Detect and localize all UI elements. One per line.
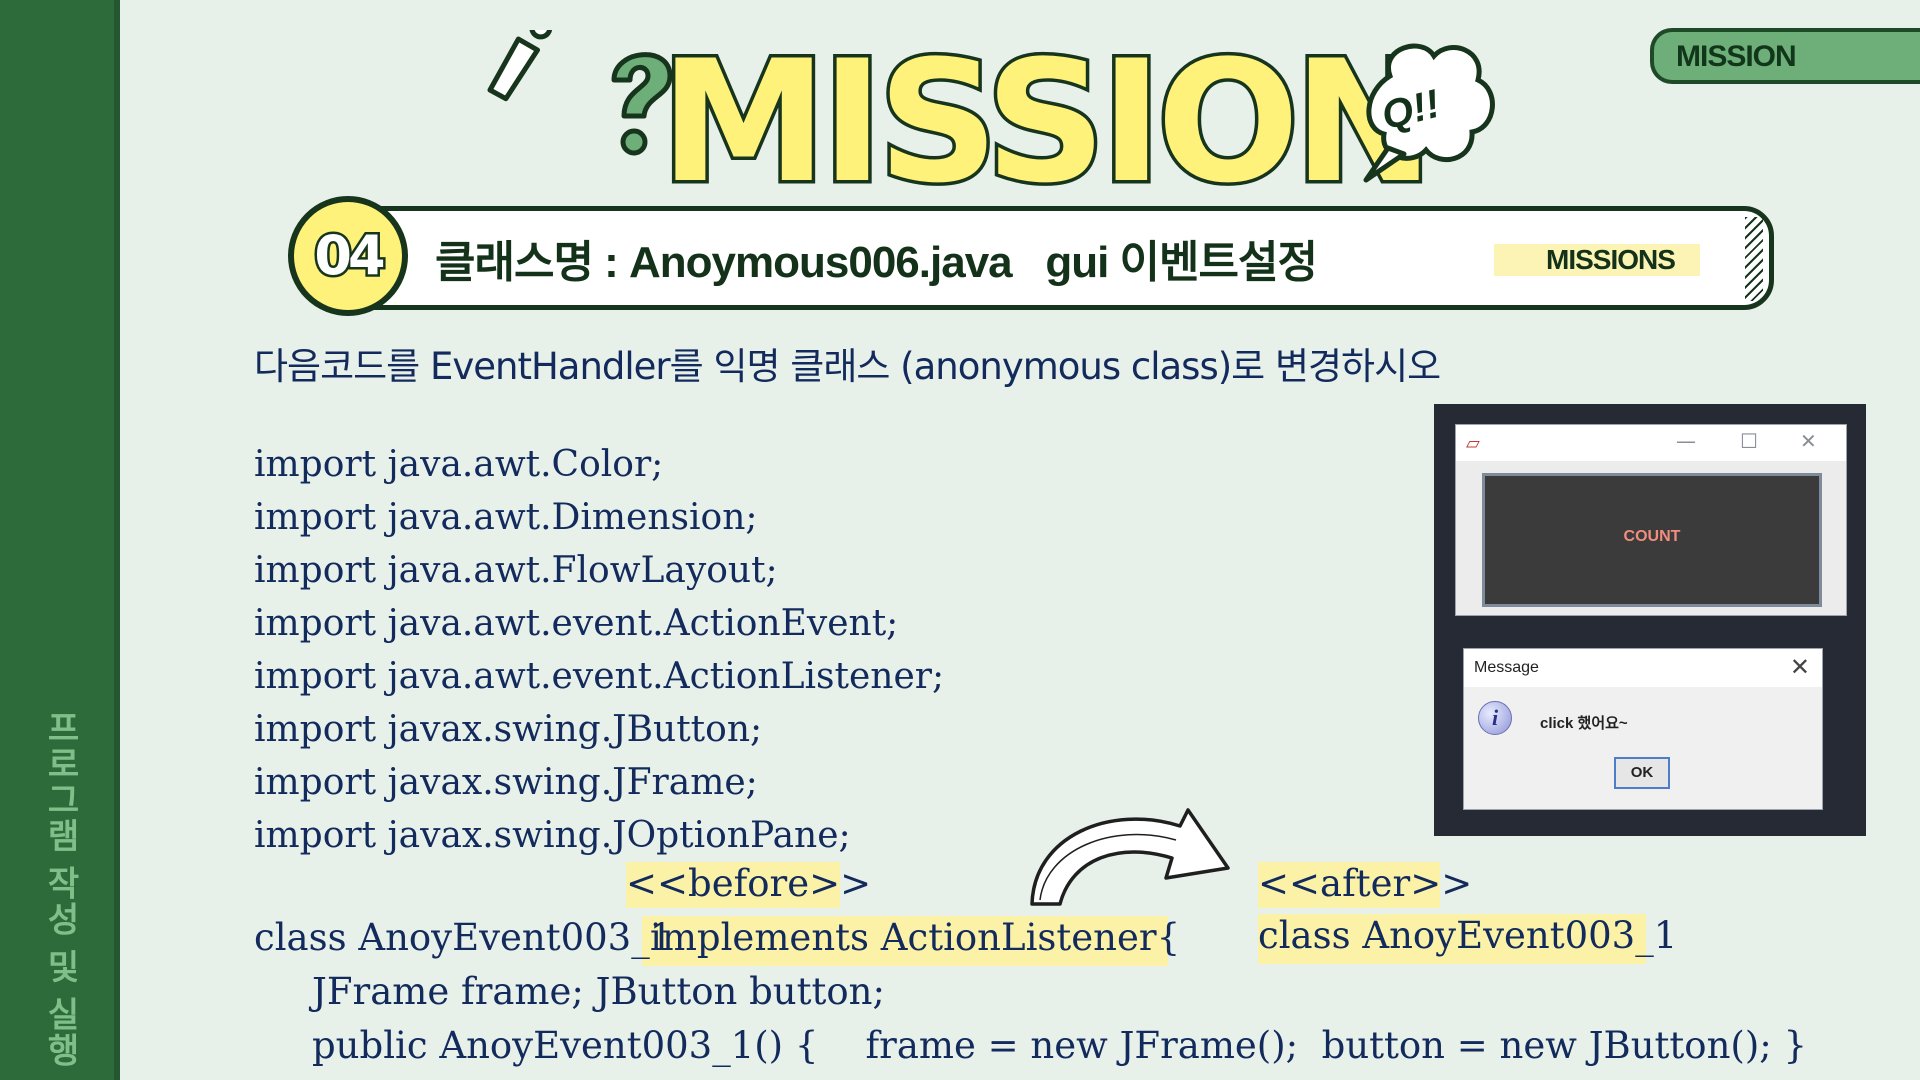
dialog-title: Message (1474, 659, 1539, 676)
mission-title: MISSION (656, 24, 1437, 220)
before-label: <<before>> (626, 862, 872, 905)
after-class-declaration: class AnoyEvent003_1 (1258, 914, 1678, 957)
mission-number: 04 (312, 222, 388, 290)
sidebar-vertical-text: 프로그램 작성 및 실행 (41, 710, 79, 1069)
message-dialog: Message ✕ i click 했어요~ OK (1463, 648, 1823, 810)
fields-line: JFrame frame; JButton button; (312, 970, 885, 1013)
window-title-bar: ▱ — ☐ ✕ (1456, 425, 1846, 461)
maximize-icon[interactable]: ☐ (1740, 429, 1758, 453)
instruction-text: 다음코드를 EventHandler를 익명 클래스 (anonymous cl… (254, 345, 1441, 388)
missions-chip-label: MISSIONS (1546, 244, 1676, 275)
banner-title: 클래스명 : Anoymous006.java gui 이벤트설정 (435, 238, 1318, 287)
count-button[interactable]: COUNT (1482, 473, 1822, 607)
count-button-label: COUNT (1623, 528, 1681, 545)
dialog-title-bar: Message ✕ (1464, 649, 1822, 687)
import-line: import java.awt.FlowLayout; (254, 550, 778, 591)
ok-button[interactable]: OK (1614, 757, 1670, 789)
mission-number-badge: 04 (288, 196, 408, 316)
mission-tag: MISSION (1650, 28, 1920, 84)
dialog-message: click 했어요~ (1540, 715, 1628, 732)
constructor-line: public AnoyEvent003_1() { frame = new JF… (312, 1024, 1808, 1067)
info-icon-letter: i (1491, 705, 1499, 730)
import-line: import java.awt.event.ActionListener; (254, 656, 945, 697)
dialog-close-icon[interactable]: ✕ (1790, 653, 1810, 681)
java-app-icon: ▱ (1466, 433, 1480, 454)
missions-chip: MISSIONS (1494, 244, 1700, 276)
import-list: import java.awt.Color; import java.awt.D… (254, 438, 944, 862)
close-icon[interactable]: ✕ (1800, 429, 1817, 453)
import-line: import javax.swing.JOptionPane; (254, 815, 851, 856)
implements-clause: implements ActionListener{ (650, 916, 1181, 959)
class-declaration: class AnoyEvent003_1 (254, 916, 674, 959)
import-line: import javax.swing.JButton; (254, 709, 763, 750)
speech-bubble: Q!! (1360, 36, 1500, 186)
import-line: import java.awt.Color; (254, 444, 664, 485)
title-area: MISSION (480, 30, 1500, 210)
info-icon: i (1478, 701, 1512, 735)
minimize-icon[interactable]: — (1676, 429, 1696, 453)
after-label: <<after>> (1258, 862, 1473, 905)
import-line: import java.awt.event.ActionEvent; (254, 603, 899, 644)
jframe-window: ▱ — ☐ ✕ COUNT (1455, 424, 1847, 616)
import-line: import java.awt.Dimension; (254, 497, 758, 538)
curved-arrow-icon (1030, 808, 1230, 906)
mission-tag-label: MISSION (1676, 40, 1797, 73)
import-line: import javax.swing.JFrame; (254, 762, 758, 803)
